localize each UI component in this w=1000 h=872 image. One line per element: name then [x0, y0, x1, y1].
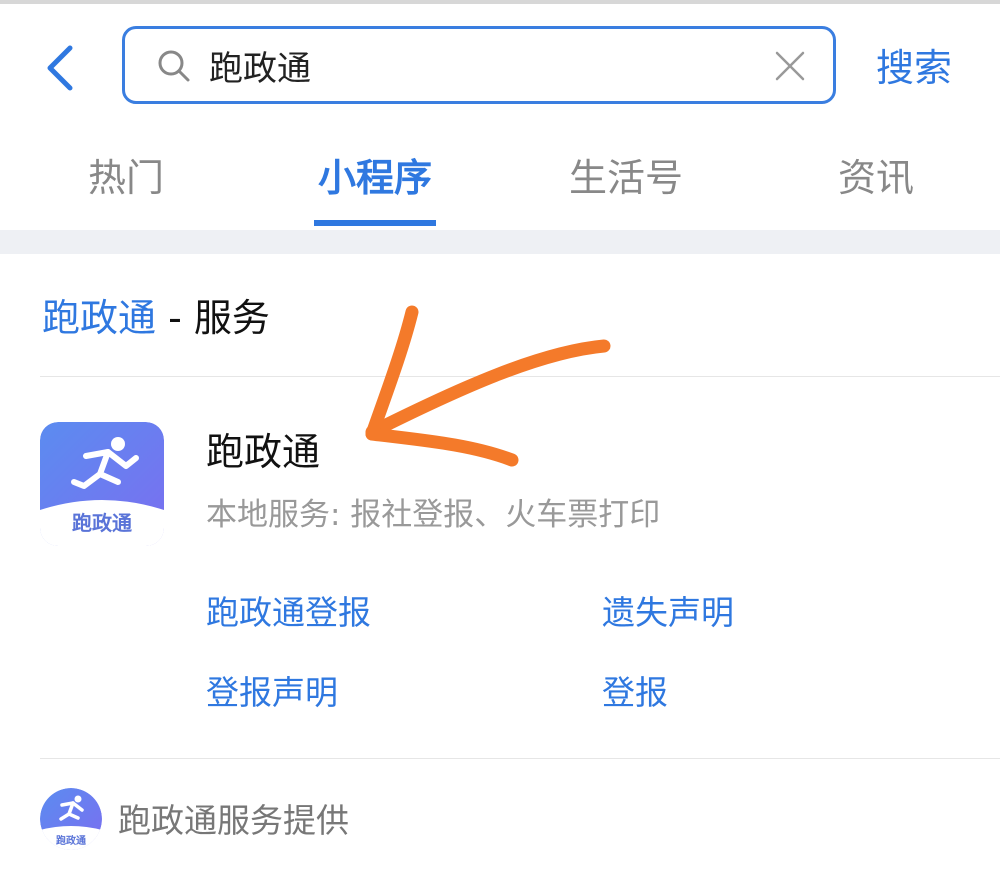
- back-button[interactable]: [38, 42, 86, 94]
- app-logo-text: 跑政通: [72, 511, 132, 535]
- tab-life-accounts[interactable]: 生活号: [564, 152, 688, 204]
- section-title: 跑政通 - 服务: [42, 290, 270, 346]
- tab-mini-programs[interactable]: 小程序: [314, 152, 436, 204]
- active-tab-indicator: [314, 220, 436, 226]
- provider-logo: 跑政通: [40, 788, 102, 850]
- clear-icon[interactable]: [773, 49, 807, 83]
- service-link-lost-statement[interactable]: 遗失声明: [602, 590, 734, 636]
- section-suffix: 服务: [193, 296, 270, 340]
- tab-news[interactable]: 资讯: [834, 152, 918, 204]
- provider-text: 跑政通服务提供: [118, 801, 349, 840]
- provider-logo-text: 跑政通: [56, 834, 86, 847]
- result-tabs: 热门 小程序 生活号 资讯: [0, 124, 1000, 230]
- service-link-paizhengtong-dengbao[interactable]: 跑政通登报: [206, 590, 371, 636]
- search-box[interactable]: [122, 26, 836, 104]
- service-link-dengbao[interactable]: 登报: [602, 670, 668, 716]
- section-separator: [0, 230, 1000, 254]
- tab-hot[interactable]: 热门: [84, 152, 168, 204]
- section-keyword: 跑政通: [42, 296, 157, 340]
- app-name[interactable]: 跑政通: [206, 424, 320, 480]
- service-link-dengbao-statement[interactable]: 登报声明: [206, 670, 338, 716]
- search-button[interactable]: 搜索: [876, 42, 952, 94]
- app-logo[interactable]: 跑政通: [40, 422, 164, 546]
- divider: [40, 758, 1000, 759]
- search-header: 搜索: [0, 4, 1000, 124]
- divider: [40, 376, 1000, 377]
- chevron-left-icon: [47, 45, 73, 91]
- app-description: 本地服务: 报社登报、火车票打印: [206, 497, 661, 533]
- section-dash: -: [156, 296, 194, 340]
- search-icon: [158, 50, 190, 82]
- search-input[interactable]: [209, 39, 749, 91]
